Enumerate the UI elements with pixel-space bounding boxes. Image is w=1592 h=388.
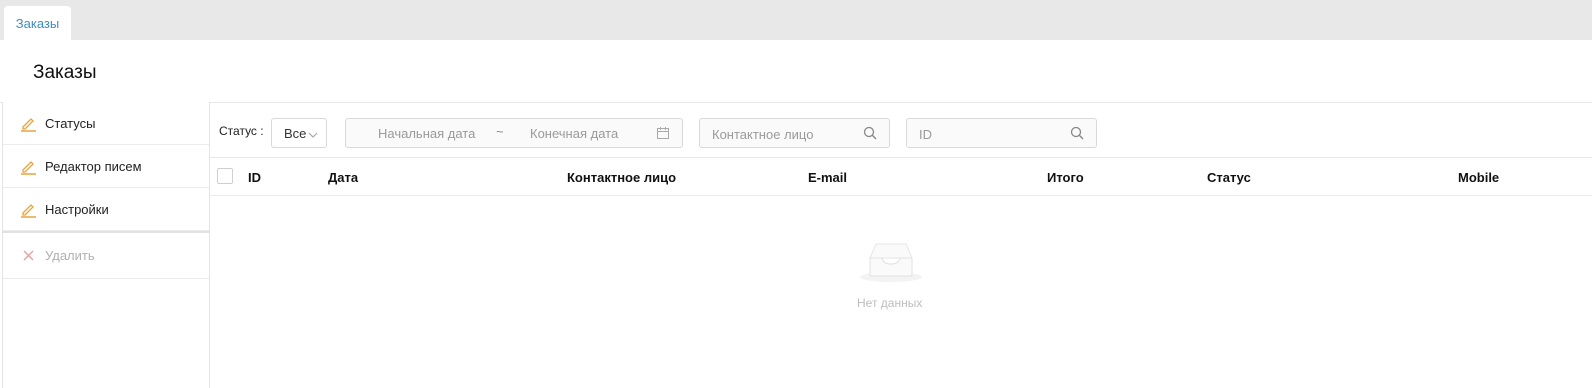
sidebar-item-settings[interactable]: Настройки bbox=[3, 188, 209, 231]
sidebar-item-statuses[interactable]: Статусы bbox=[3, 102, 209, 145]
column-header-email[interactable]: E-mail bbox=[808, 170, 847, 185]
delete-label: Удалить bbox=[45, 248, 95, 263]
sidebar-item-letter-editor[interactable]: Редактор писем bbox=[3, 145, 209, 188]
tab-orders[interactable]: Заказы bbox=[4, 6, 71, 40]
tab-bar: Заказы bbox=[0, 0, 1592, 40]
chevron-down-icon bbox=[308, 128, 318, 143]
sidebar: Статусы Редактор писем Настройки Удалить bbox=[2, 102, 210, 388]
pencil-icon bbox=[20, 115, 37, 132]
contact-search-input[interactable] bbox=[700, 119, 864, 149]
column-header-date[interactable]: Дата bbox=[328, 170, 358, 185]
column-header-status[interactable]: Статус bbox=[1207, 170, 1251, 185]
calendar-icon bbox=[656, 126, 670, 143]
select-all-checkbox[interactable] bbox=[217, 168, 233, 184]
id-search bbox=[906, 118, 1097, 149]
close-icon bbox=[20, 247, 37, 264]
status-filter-label: Статус : bbox=[219, 124, 264, 138]
sidebar-item-label: Настройки bbox=[45, 201, 109, 217]
contact-search bbox=[699, 118, 890, 149]
column-header-contact[interactable]: Контактное лицо bbox=[567, 170, 676, 185]
pencil-icon bbox=[20, 201, 37, 218]
empty-inbox-icon bbox=[858, 240, 924, 287]
end-date-placeholder[interactable]: Конечная дата bbox=[530, 126, 618, 141]
pencil-icon bbox=[20, 158, 37, 175]
date-range-picker[interactable]: Начальная дата ~ Конечная дата bbox=[345, 118, 683, 148]
page-title: Заказы bbox=[33, 62, 97, 83]
delete-button[interactable]: Удалить bbox=[3, 233, 209, 279]
column-header-total[interactable]: Итого bbox=[1047, 170, 1084, 185]
search-icon[interactable] bbox=[1070, 126, 1084, 143]
filter-bar: Статус : Все Начальная дата ~ Конечная д… bbox=[209, 103, 1592, 157]
search-icon[interactable] bbox=[863, 126, 877, 143]
sidebar-item-label: Редактор писем bbox=[45, 158, 142, 174]
column-header-mobile[interactable]: Mobile bbox=[1458, 170, 1499, 185]
table-header: ID Дата Контактное лицо E-mail Итого Ста… bbox=[209, 158, 1592, 196]
date-separator: ~ bbox=[496, 124, 504, 139]
status-select-value: Все bbox=[284, 125, 307, 141]
empty-state-text: Нет данных bbox=[857, 296, 923, 310]
sidebar-item-label: Статусы bbox=[45, 115, 96, 131]
status-select[interactable]: Все bbox=[271, 118, 327, 148]
id-search-input[interactable] bbox=[907, 119, 1071, 149]
column-header-id[interactable]: ID bbox=[248, 170, 261, 185]
start-date-placeholder[interactable]: Начальная дата bbox=[378, 126, 475, 141]
